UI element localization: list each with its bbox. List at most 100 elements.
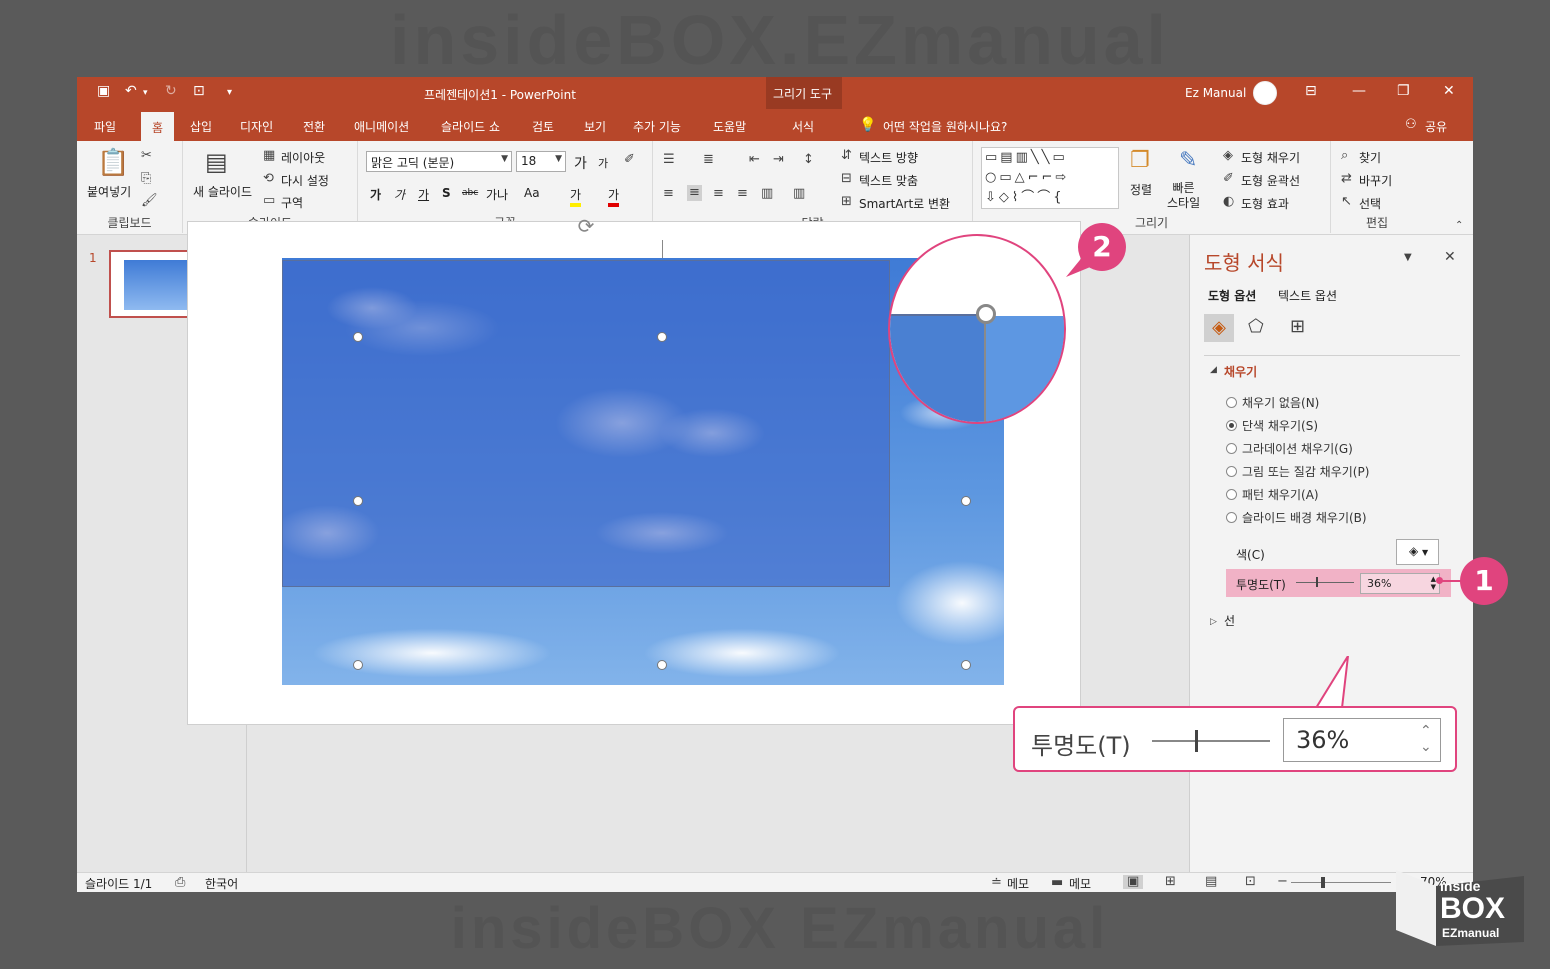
italic-button[interactable]: 가 — [394, 186, 405, 203]
resize-handle[interactable] — [353, 332, 363, 342]
layout-button[interactable]: 레이아웃 — [281, 149, 325, 166]
tell-me-box[interactable]: 어떤 작업을 원하시나요? — [883, 118, 1007, 135]
paste-button[interactable]: 붙여넣기 — [87, 183, 131, 200]
underline-button[interactable]: 가 — [418, 186, 429, 203]
tab-help[interactable]: 도움말 — [713, 118, 746, 135]
ribbon-display-icon[interactable]: ⊟ — [1305, 83, 1317, 99]
bold-button[interactable]: 가 — [370, 186, 381, 203]
tab-text-options[interactable]: 텍스트 옵션 — [1278, 287, 1337, 304]
shape-fill-button[interactable]: 도형 채우기 — [1241, 149, 1300, 166]
spellcheck-icon[interactable]: ⎙ — [175, 876, 185, 890]
section-fill[interactable]: 채우기 — [1224, 363, 1257, 380]
selected-rectangle-shape[interactable] — [282, 260, 890, 587]
highlight-button[interactable]: 가 — [570, 186, 582, 207]
line-spacing-icon[interactable]: ↕ — [803, 153, 814, 167]
user-name[interactable]: Ez Manual — [1185, 86, 1246, 100]
expand-fill-icon[interactable]: ◢ — [1210, 363, 1217, 377]
notes-button[interactable]: 메모 — [1007, 875, 1029, 892]
quick-styles-icon[interactable]: ✎ — [1179, 149, 1197, 173]
pane-options-icon[interactable]: ▼ — [1404, 251, 1412, 265]
align-right-icon[interactable]: ≡ — [713, 187, 724, 201]
slide-sorter-icon[interactable]: ⊞ — [1165, 875, 1176, 889]
columns-icon[interactable]: ▥ — [793, 187, 805, 201]
align-center-icon[interactable]: ≡ — [687, 185, 702, 201]
section-button[interactable]: 구역 — [281, 194, 303, 211]
smartart-button[interactable]: SmartArt로 변환 — [859, 195, 950, 212]
zoom-slider-thumb[interactable] — [1321, 877, 1325, 888]
resize-handle[interactable] — [657, 660, 667, 670]
change-case-button[interactable]: Aa — [524, 186, 540, 200]
share-button[interactable]: 공유 — [1425, 118, 1447, 135]
tab-transitions[interactable]: 전환 — [303, 118, 325, 135]
section-line[interactable]: 선 — [1224, 612, 1235, 629]
close-button[interactable]: ✕ — [1443, 83, 1455, 99]
shadow-button[interactable]: S — [442, 186, 451, 200]
shape-outline-button[interactable]: 도형 윤곽선 — [1241, 172, 1300, 189]
close-icon[interactable]: ✕ — [1444, 250, 1456, 264]
arrange-icon[interactable]: ❐ — [1130, 149, 1150, 173]
minimize-button[interactable]: — — [1352, 83, 1366, 99]
size-properties-icon[interactable]: ⊞ — [1290, 317, 1305, 337]
format-painter-icon[interactable]: 🖌 — [141, 194, 158, 208]
tab-review[interactable]: 검토 — [532, 118, 554, 135]
font-size-combo[interactable]: 18 ▼ — [516, 151, 566, 172]
fill-option-none[interactable]: 채우기 없음(N) — [1226, 394, 1319, 411]
clear-format-icon[interactable]: ✐ — [624, 153, 635, 167]
tab-view[interactable]: 보기 — [584, 118, 606, 135]
tab-format[interactable]: 서식 — [792, 118, 814, 135]
color-picker-button[interactable]: ◈ ▼ — [1396, 539, 1439, 565]
tab-home[interactable]: 홈 — [141, 112, 175, 141]
rotate-handle-icon[interactable]: ⟳ — [575, 215, 597, 237]
paste-icon[interactable]: 📋 — [97, 149, 129, 177]
font-color-button[interactable]: 가 — [608, 186, 620, 207]
tab-addins[interactable]: 추가 기능 — [633, 118, 681, 135]
tab-shape-options[interactable]: 도형 옵션 — [1208, 287, 1256, 304]
present-icon[interactable]: ⊡ — [193, 83, 205, 99]
increase-indent-icon[interactable]: ⇥ — [773, 153, 784, 167]
resize-handle[interactable] — [353, 496, 363, 506]
slider-thumb[interactable] — [1316, 577, 1318, 587]
zoom-out-icon[interactable]: − — [1277, 875, 1288, 889]
expand-line-icon[interactable]: ▷ — [1210, 615, 1217, 629]
transparency-slider[interactable] — [1296, 577, 1354, 587]
shape-effects-button[interactable]: 도형 효과 — [1241, 195, 1289, 212]
redo-icon[interactable]: ↻ — [165, 83, 177, 99]
fill-option-pattern[interactable]: 패턴 채우기(A) — [1226, 486, 1319, 503]
transparency-spinbox[interactable]: 36% ▲ ▼ — [1360, 573, 1440, 594]
normal-view-icon[interactable]: ▣ — [1123, 875, 1144, 889]
tab-file[interactable]: 파일 — [94, 118, 116, 135]
zoom-slider[interactable] — [1291, 877, 1391, 888]
user-avatar[interactable] — [1253, 81, 1277, 105]
save-icon[interactable]: ▣ — [97, 83, 110, 99]
find-button[interactable]: 찾기 — [1359, 149, 1381, 166]
tab-slideshow[interactable]: 슬라이드 쇼 — [441, 118, 500, 135]
fill-option-slide-background[interactable]: 슬라이드 배경 채우기(B) — [1226, 509, 1367, 526]
shapes-gallery[interactable]: ▭▤▥╲╲▭ ○▭△⌐⌐⇨ ⇩◇⌇⌒⌒{ — [981, 147, 1119, 209]
arrange-button[interactable]: 정렬 — [1130, 181, 1152, 198]
resize-handle[interactable] — [961, 660, 971, 670]
copy-icon[interactable]: ⎘ — [141, 172, 151, 186]
distributed-icon[interactable]: ▥ — [761, 187, 773, 201]
align-left-icon[interactable]: ≡ — [663, 187, 674, 201]
tab-animations[interactable]: 애니메이션 — [354, 118, 409, 135]
resize-handle[interactable] — [353, 660, 363, 670]
select-button[interactable]: 선택 — [1359, 195, 1381, 212]
reset-button[interactable]: 다시 설정 — [281, 172, 329, 189]
justify-icon[interactable]: ≡ — [737, 187, 748, 201]
slideshow-view-icon[interactable]: ⊡ — [1245, 875, 1256, 889]
restore-button[interactable]: ❐ — [1397, 83, 1410, 99]
shrink-font-button[interactable]: 가 — [598, 155, 608, 171]
quick-styles-button[interactable]: 빠른 스타일 — [1167, 181, 1200, 211]
undo-icon[interactable]: ↶ — [125, 83, 137, 99]
align-text-button[interactable]: 텍스트 맞춤 — [859, 172, 918, 189]
resize-handle[interactable] — [657, 332, 667, 342]
fill-option-gradient[interactable]: 그라데이션 채우기(G) — [1226, 440, 1353, 457]
bullets-icon[interactable]: ☰ — [663, 153, 675, 167]
grow-font-button[interactable]: 가 — [574, 153, 587, 173]
new-slide-icon[interactable]: ▤ — [205, 149, 228, 175]
spin-arrows-icon[interactable]: ▲ ▼ — [1431, 575, 1436, 591]
decrease-indent-icon[interactable]: ⇤ — [749, 153, 760, 167]
customize-qat-icon[interactable]: ▾ — [227, 87, 232, 98]
share-icon[interactable]: ⚇ — [1405, 117, 1417, 132]
text-direction-button[interactable]: 텍스트 방향 — [859, 149, 918, 166]
